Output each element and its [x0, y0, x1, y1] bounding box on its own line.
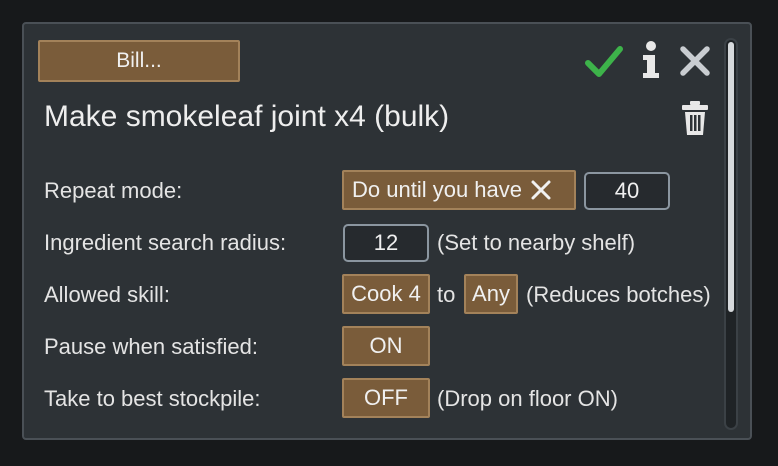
check-icon[interactable]: [584, 44, 624, 80]
repeat-count-input[interactable]: 40: [584, 172, 670, 210]
trash-icon[interactable]: [680, 100, 710, 136]
pause-when-satisfied-label: Pause when satisfied:: [44, 334, 259, 359]
repeat-mode-value: Do until you have: [352, 177, 522, 202]
repeat-mode-dropdown[interactable]: Do until you have: [342, 170, 576, 210]
bill-menu-button[interactable]: Bill...: [38, 40, 240, 82]
close-icon: [531, 180, 551, 200]
skill-min-button[interactable]: Cook 4: [342, 274, 430, 314]
skill-range-separator: to: [437, 282, 456, 307]
best-stockpile-label: Take to best stockpile:: [44, 386, 261, 411]
info-icon[interactable]: [638, 40, 664, 80]
best-stockpile-toggle[interactable]: OFF: [342, 378, 430, 418]
search-radius-note: (Set to nearby shelf): [437, 230, 636, 255]
bill-title: Make smokeleaf joint x4 (bulk): [44, 100, 450, 133]
search-radius-input[interactable]: 12: [343, 224, 429, 262]
allowed-skill-note: (Reduces botches): [526, 282, 711, 307]
best-stockpile-note: (Drop on floor ON): [437, 386, 618, 411]
allowed-skill-label: Allowed skill:: [44, 282, 170, 307]
scrollbar[interactable]: [724, 38, 738, 430]
repeat-mode-label: Repeat mode:: [44, 178, 183, 203]
search-radius-label: Ingredient search radius:: [44, 230, 287, 255]
skill-max-button[interactable]: Any: [464, 274, 518, 314]
close-icon[interactable]: [678, 44, 712, 78]
scrollbar-thumb[interactable]: [728, 42, 734, 312]
pause-when-satisfied-toggle[interactable]: ON: [342, 326, 430, 366]
bill-config-dialog: Bill... Make smokeleaf joint x4 (bulk) R…: [22, 22, 752, 440]
